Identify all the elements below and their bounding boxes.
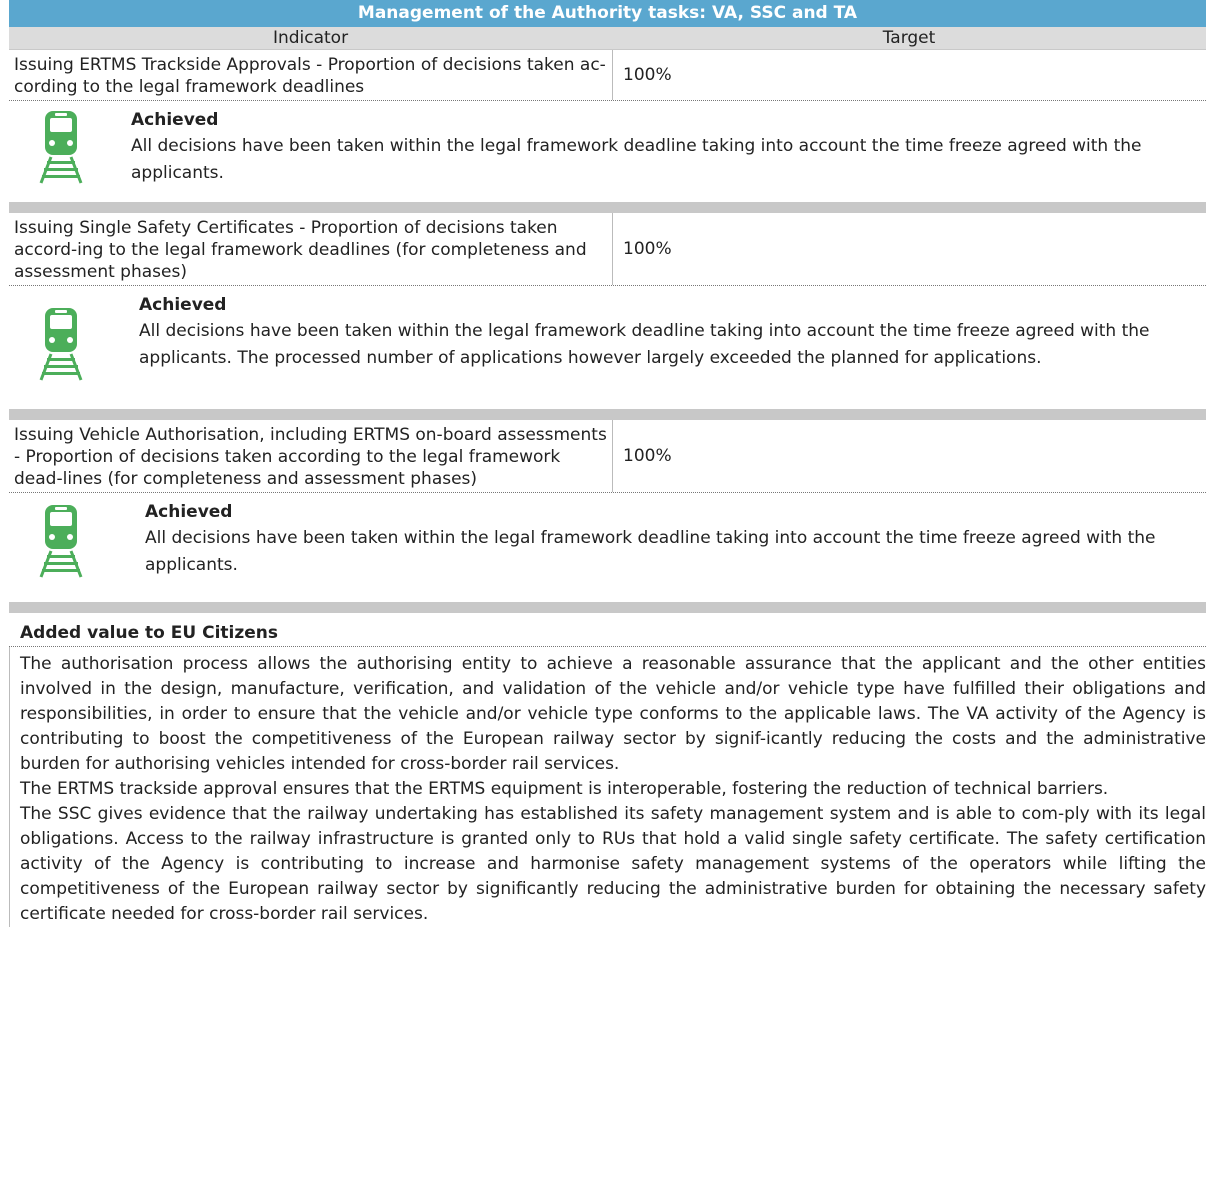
indicator-cell: Issuing ERTMS Trackside Approvals - Prop… <box>9 50 613 100</box>
column-header-row: Indicator Target <box>9 27 1206 50</box>
status-label: Achieved <box>145 502 233 522</box>
status-label: Achieved <box>131 110 219 130</box>
row-separator <box>9 202 1206 213</box>
added-value-paragraph: The authorisation process allows the aut… <box>20 654 1206 774</box>
achievement-block: Achieved All decisions have been taken w… <box>9 101 1206 202</box>
added-value-paragraph: The ERTMS trackside approval ensures tha… <box>20 779 1109 799</box>
column-header-indicator: Indicator <box>272 28 349 48</box>
column-header-target: Target <box>882 28 936 48</box>
status-description: All decisions have been taken within the… <box>145 528 1156 575</box>
train-icon <box>39 505 83 578</box>
added-value-body: The authorisation process allows the aut… <box>9 647 1206 927</box>
train-icon <box>39 111 83 184</box>
achievement-text: Achieved All decisions have been taken w… <box>91 292 1206 403</box>
indicator-cell: Issuing Single Safety Certificates - Pro… <box>9 213 613 285</box>
achievement-block: Achieved All decisions have been taken w… <box>9 286 1206 409</box>
status-description: All decisions have been taken within the… <box>139 321 1150 368</box>
kpi-table: Management of the Authority tasks: VA, S… <box>9 0 1206 1191</box>
added-value-paragraph: The SSC gives evidence that the railway … <box>20 804 1206 924</box>
train-icon <box>39 308 83 381</box>
indicator-cell: Issuing Vehicle Authorisation, including… <box>9 420 613 492</box>
status-description: All decisions have been taken within the… <box>131 136 1142 183</box>
target-cell: 100% <box>623 446 672 466</box>
target-cell: 100% <box>623 239 672 259</box>
added-value-heading: Added value to EU Citizens <box>9 613 1206 647</box>
row-separator <box>9 409 1206 420</box>
achievement-text: Achieved All decisions have been taken w… <box>91 499 1206 596</box>
row-separator <box>9 602 1206 613</box>
status-label: Achieved <box>139 295 227 315</box>
table-title: Management of the Authority tasks: VA, S… <box>9 0 1206 27</box>
achievement-block: Achieved All decisions have been taken w… <box>9 493 1206 602</box>
indicator-row: Issuing ERTMS Trackside Approvals - Prop… <box>9 50 1206 101</box>
indicator-row: Issuing Single Safety Certificates - Pro… <box>9 213 1206 286</box>
achievement-text: Achieved All decisions have been taken w… <box>91 107 1206 196</box>
target-cell: 100% <box>623 65 672 85</box>
indicator-row: Issuing Vehicle Authorisation, including… <box>9 420 1206 493</box>
